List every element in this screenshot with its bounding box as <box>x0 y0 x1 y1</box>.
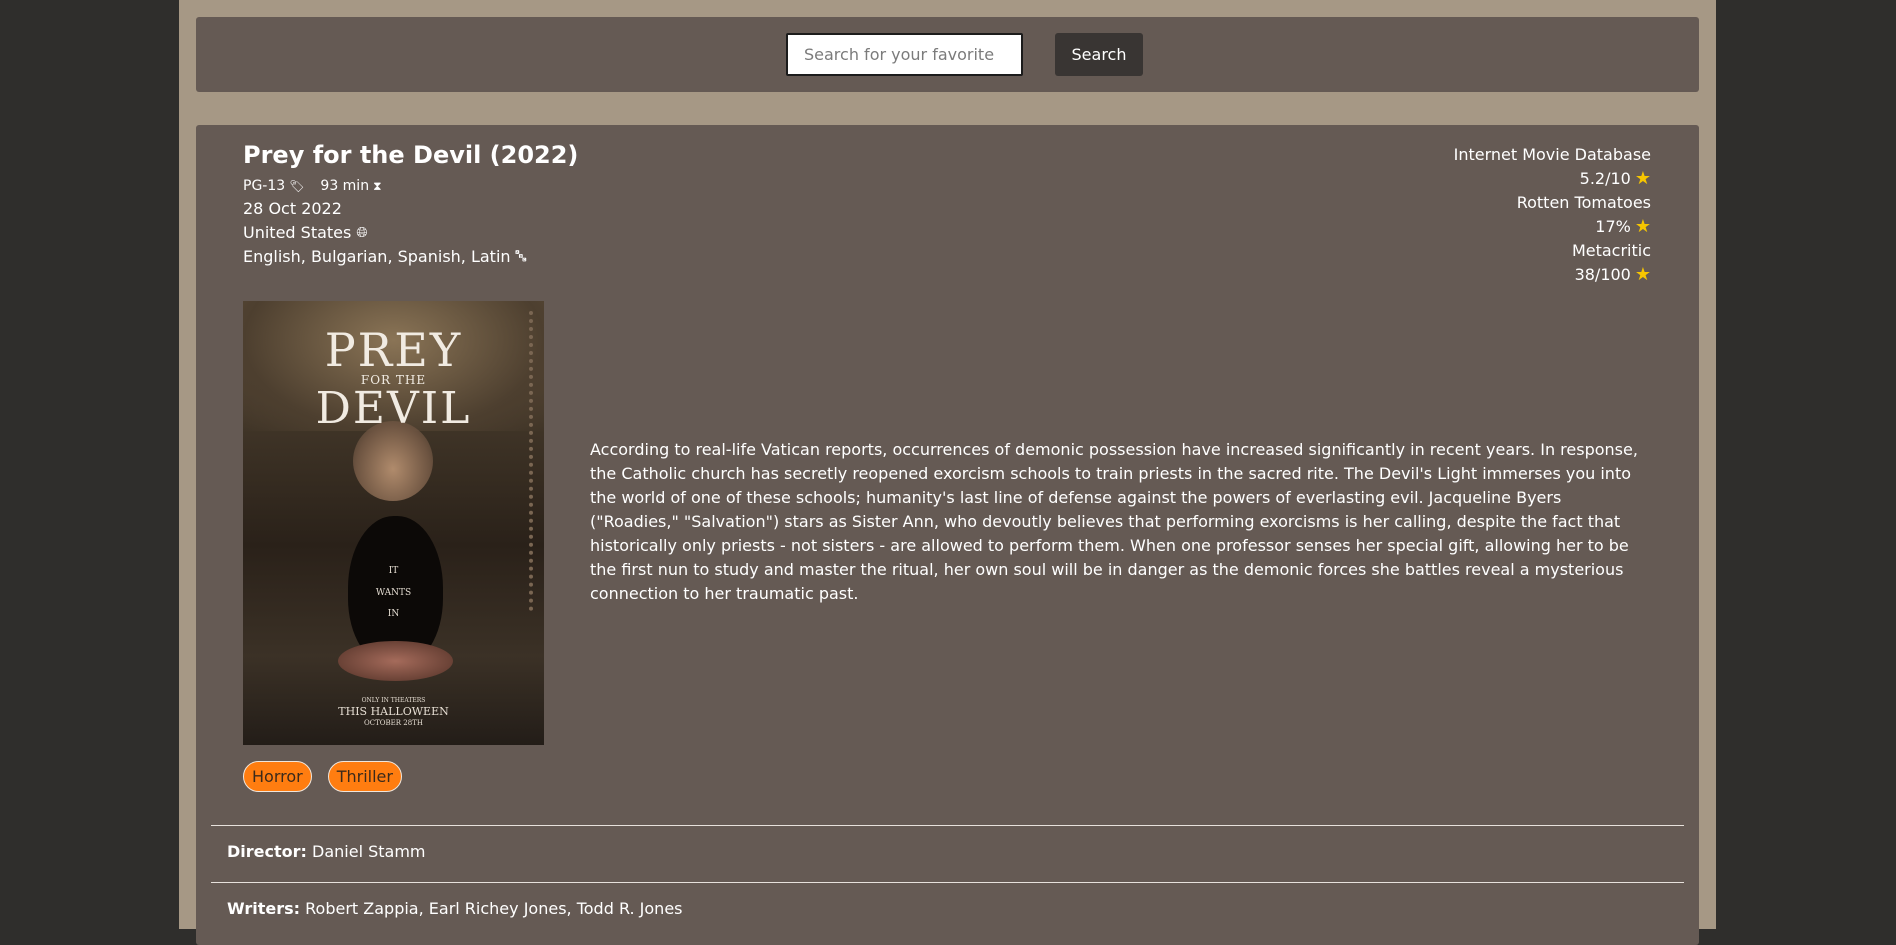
hourglass-icon: ⧗ <box>373 178 382 193</box>
poster-tagline: IT <box>388 566 399 576</box>
languages-row: English, Bulgarian, Spanish, Latin 🔤︎ <box>243 247 526 266</box>
poster-date: OCTOBER 28TH <box>364 719 423 727</box>
plot-text: According to real-life Vatican reports, … <box>590 440 1638 603</box>
divider <box>211 882 1684 883</box>
movie-title: Prey for the Devil (2022) <box>243 141 579 169</box>
genre-tag[interactable]: Thriller <box>327 761 402 792</box>
globe-icon: 🌐︎ <box>356 224 368 241</box>
languages-label: English, Bulgarian, Spanish, Latin <box>243 247 511 266</box>
genre-list: Horror Thriller <box>243 761 418 792</box>
rating-source: Rotten Tomatoes <box>1516 193 1651 212</box>
release-date: 28 Oct 2022 <box>243 199 342 218</box>
poster-tagline: WANTS <box>375 588 412 598</box>
rating-value: 17% ★ <box>1595 215 1651 239</box>
country-row: United States 🌐︎ <box>243 223 368 242</box>
poster-title-line: PREY <box>324 323 463 377</box>
movie-poster: PREY FOR THE DEVIL IT WANTS IN ONLY IN T… <box>243 301 544 745</box>
rating-value: 38/100 ★ <box>1575 263 1651 287</box>
search-bar: Search <box>196 17 1699 92</box>
rating-score: 5.2/10 <box>1579 169 1631 188</box>
writers-row: Writers: Robert Zappia, Earl Richey Jone… <box>227 899 683 918</box>
ratings-panel: Internet Movie Database 5.2/10 ★ Rotten … <box>1454 143 1651 287</box>
rating-score: 38/100 <box>1574 265 1631 284</box>
director-name: Daniel Stamm <box>312 842 426 861</box>
genre-tag[interactable]: Horror <box>243 761 312 792</box>
rating-runtime-row: PG-13 🏷︎ 93 min ⧗ <box>243 178 382 194</box>
director-row: Director: Daniel Stamm <box>227 842 426 861</box>
director-label: Director: <box>227 842 307 861</box>
page-frame: Search Prey for the Devil (2022) PG-13 🏷… <box>179 0 1716 945</box>
country-label: United States <box>243 223 352 242</box>
star-icon: ★ <box>1634 216 1651 237</box>
rating-value: 5.2/10 ★ <box>1580 167 1651 191</box>
star-icon: ★ <box>1634 168 1651 189</box>
rated-label: PG-13 <box>243 178 286 194</box>
writers-label: Writers: <box>227 899 301 918</box>
poster-tagline: IN <box>387 609 400 619</box>
release-date-label: 28 Oct 2022 <box>243 199 342 218</box>
poster-release: THIS HALLOWEEN <box>338 705 449 718</box>
poster-title-line: DEVIL <box>315 383 472 434</box>
person-badge-icon: 🏷︎ <box>289 179 305 193</box>
translate-icon: 🔤︎ <box>515 248 527 265</box>
rating-source: Internet Movie Database <box>1453 145 1651 164</box>
runtime-label: 93 min <box>320 178 370 194</box>
divider <box>211 825 1684 826</box>
poster-note: ONLY IN THEATERS <box>361 697 426 704</box>
rating-score: 17% <box>1595 217 1631 236</box>
writers-names: Robert Zappia, Earl Richey Jones, Todd R… <box>305 899 683 918</box>
movie-card: Prey for the Devil (2022) PG-13 🏷︎ 93 mi… <box>196 125 1699 945</box>
search-input[interactable] <box>786 33 1023 76</box>
star-icon: ★ <box>1634 264 1651 285</box>
poster-lips <box>338 641 453 681</box>
rating-source: Metacritic <box>1571 241 1651 260</box>
search-button[interactable]: Search <box>1055 33 1143 76</box>
